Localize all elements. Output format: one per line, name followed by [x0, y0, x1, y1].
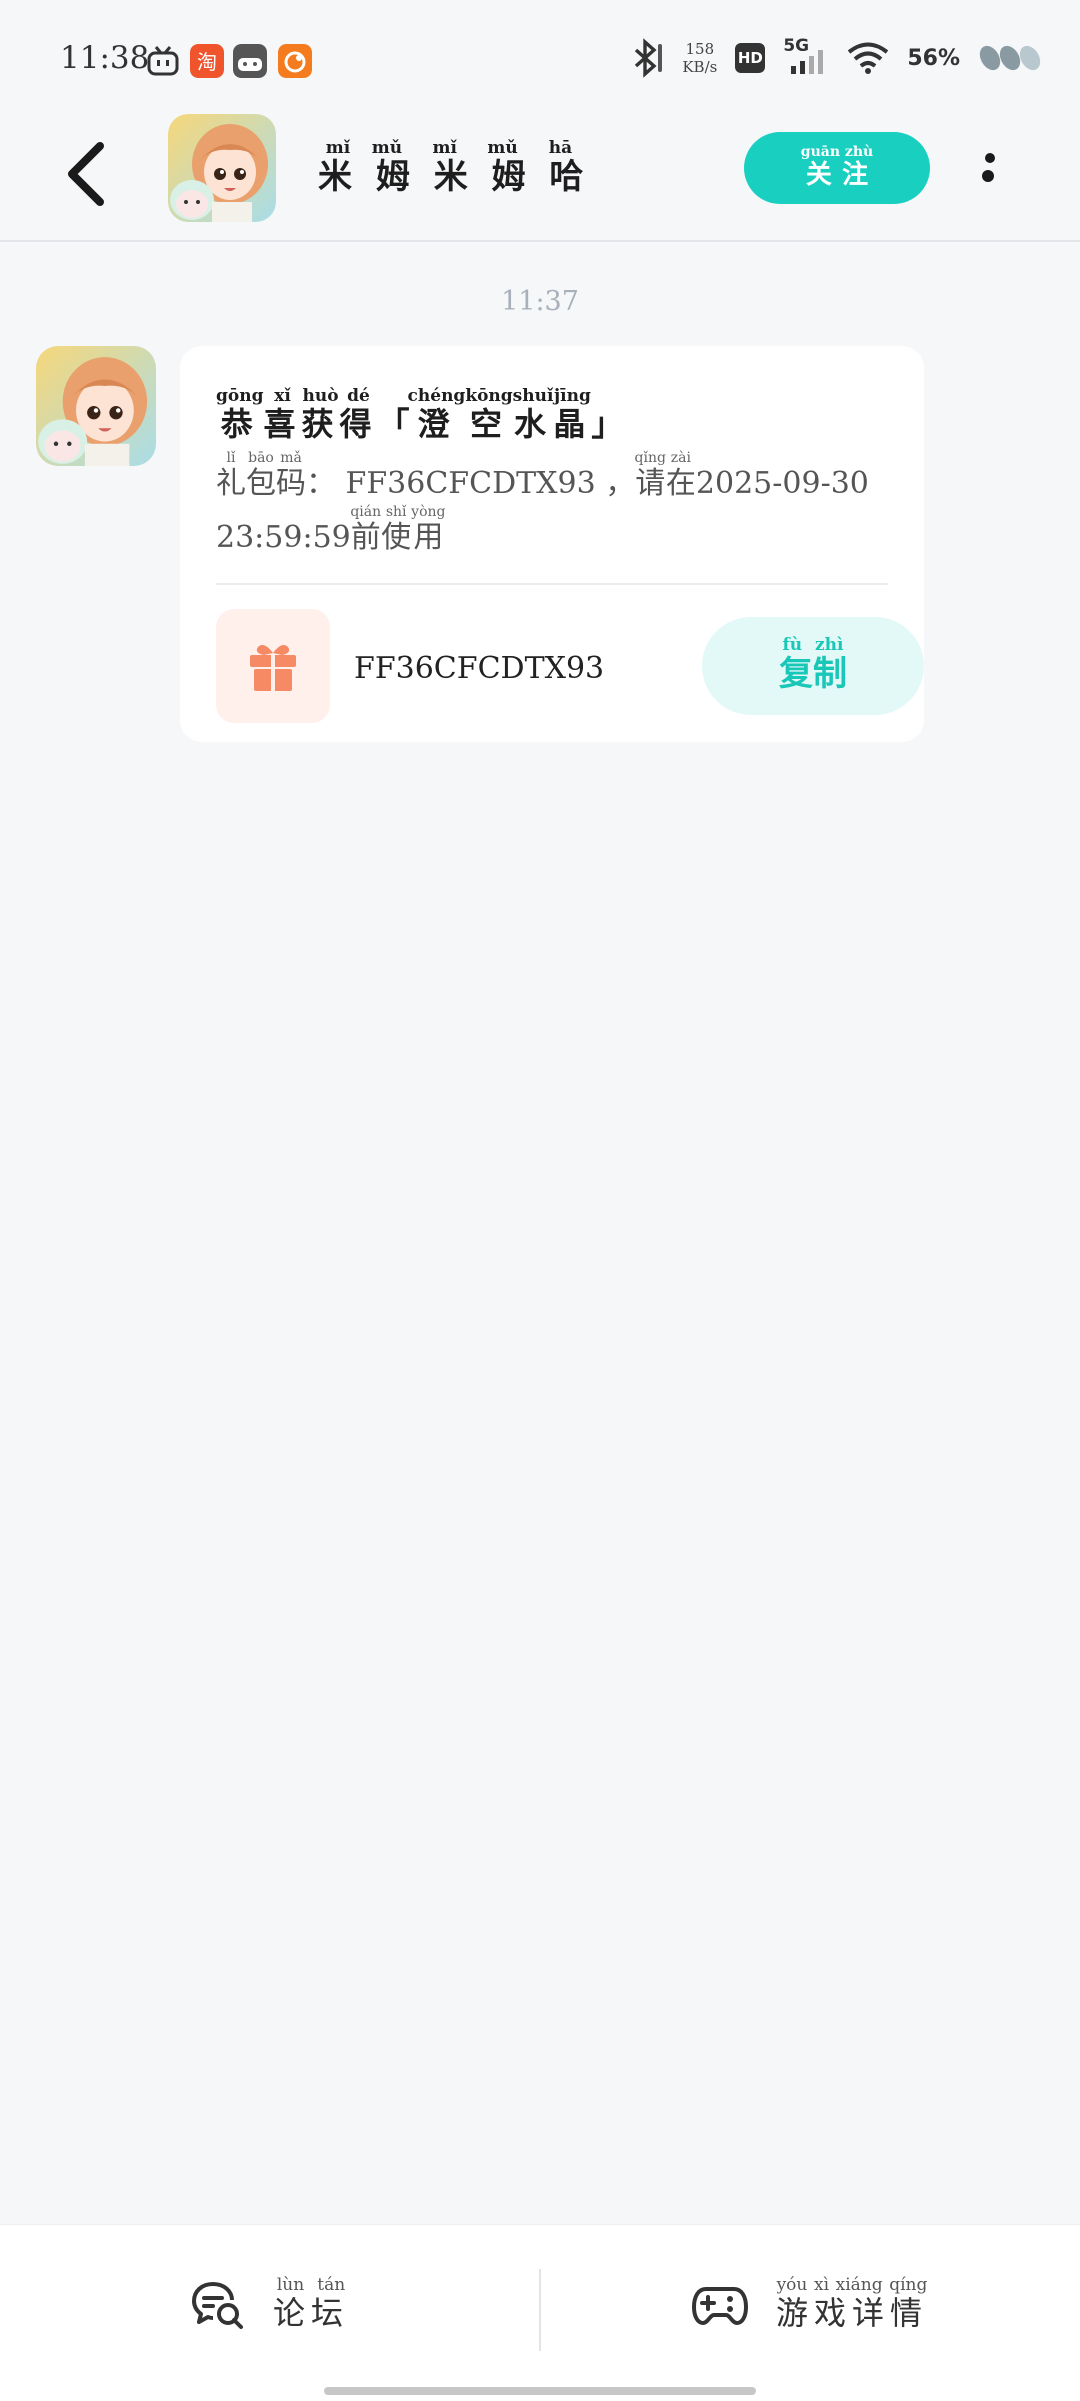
follow-button[interactable]: 关注guān zhù	[744, 132, 930, 204]
game-details-tab[interactable]: 游戏详情yóu xì xiáng qíng	[540, 2225, 1080, 2385]
copy-button[interactable]: 复制fù zhì	[702, 617, 924, 715]
message-timestamp: 11:37	[501, 286, 579, 317]
card-title: 恭gōng喜xǐ获huò得dé「澄chéng空kōng水shuǐ晶jīng」	[216, 386, 630, 443]
hd-badge: HD	[735, 43, 766, 73]
forum-tab[interactable]: 论坛lùn tán	[0, 2225, 540, 2385]
forum-label: 论坛	[272, 2293, 349, 2332]
home-indicator[interactable]	[324, 2387, 756, 2395]
gift-icon	[216, 609, 330, 723]
status-bar: 11:38 淘 158 KB/s HD 5G 56%	[0, 0, 1080, 120]
avatar-image	[36, 346, 156, 466]
battery-icon	[979, 45, 1041, 71]
battery-percent: 56%	[907, 45, 960, 71]
avatar-image	[168, 114, 276, 222]
card-description: 礼lǐ包bāo码mǎ： FF36CFCDTX93 ，请qǐng在zài2025-…	[216, 450, 869, 555]
sender-avatar[interactable]	[36, 346, 156, 470]
tv-app-icon	[147, 46, 179, 76]
wifi-icon	[848, 42, 889, 74]
gift-code-row: FF36CFCDTX93 复制fù zhì	[216, 585, 924, 725]
back-button[interactable]	[58, 134, 118, 214]
more-options-icon[interactable]	[976, 142, 1016, 202]
signal-icon: 5G	[783, 36, 829, 76]
gift-message-card: 恭gōng喜xǐ获huò得dé「澄chéng空kōng水shuǐ晶jīng」 礼…	[180, 346, 924, 742]
gift-code-text: FF36CFCDTX93	[354, 651, 605, 686]
chat-header: 米mǐ 姆mǔ 米mǐ 姆mǔ 哈hā 关注guān zhù	[0, 114, 1080, 242]
gamepad-icon	[691, 2287, 748, 2325]
header-avatar[interactable]	[168, 114, 276, 222]
status-time: 11:38	[60, 40, 150, 76]
svg-text:淘: 淘	[197, 50, 217, 74]
bottom-bar: 论坛lùn tán 游戏详情yóu xì xiáng qíng	[0, 2224, 1080, 2401]
taobao-app-icon: 淘	[190, 44, 224, 78]
forum-icon	[191, 2282, 243, 2329]
game-app-icon	[233, 44, 267, 78]
orange-app-icon	[278, 44, 312, 78]
game-details-label: 游戏详情	[775, 2293, 928, 2332]
net-speed: 158 KB/s	[682, 40, 718, 76]
page-title: 米mǐ 姆mǔ 米mǐ 姆mǔ 哈hā	[318, 138, 590, 197]
bluetooth-icon	[635, 38, 663, 78]
